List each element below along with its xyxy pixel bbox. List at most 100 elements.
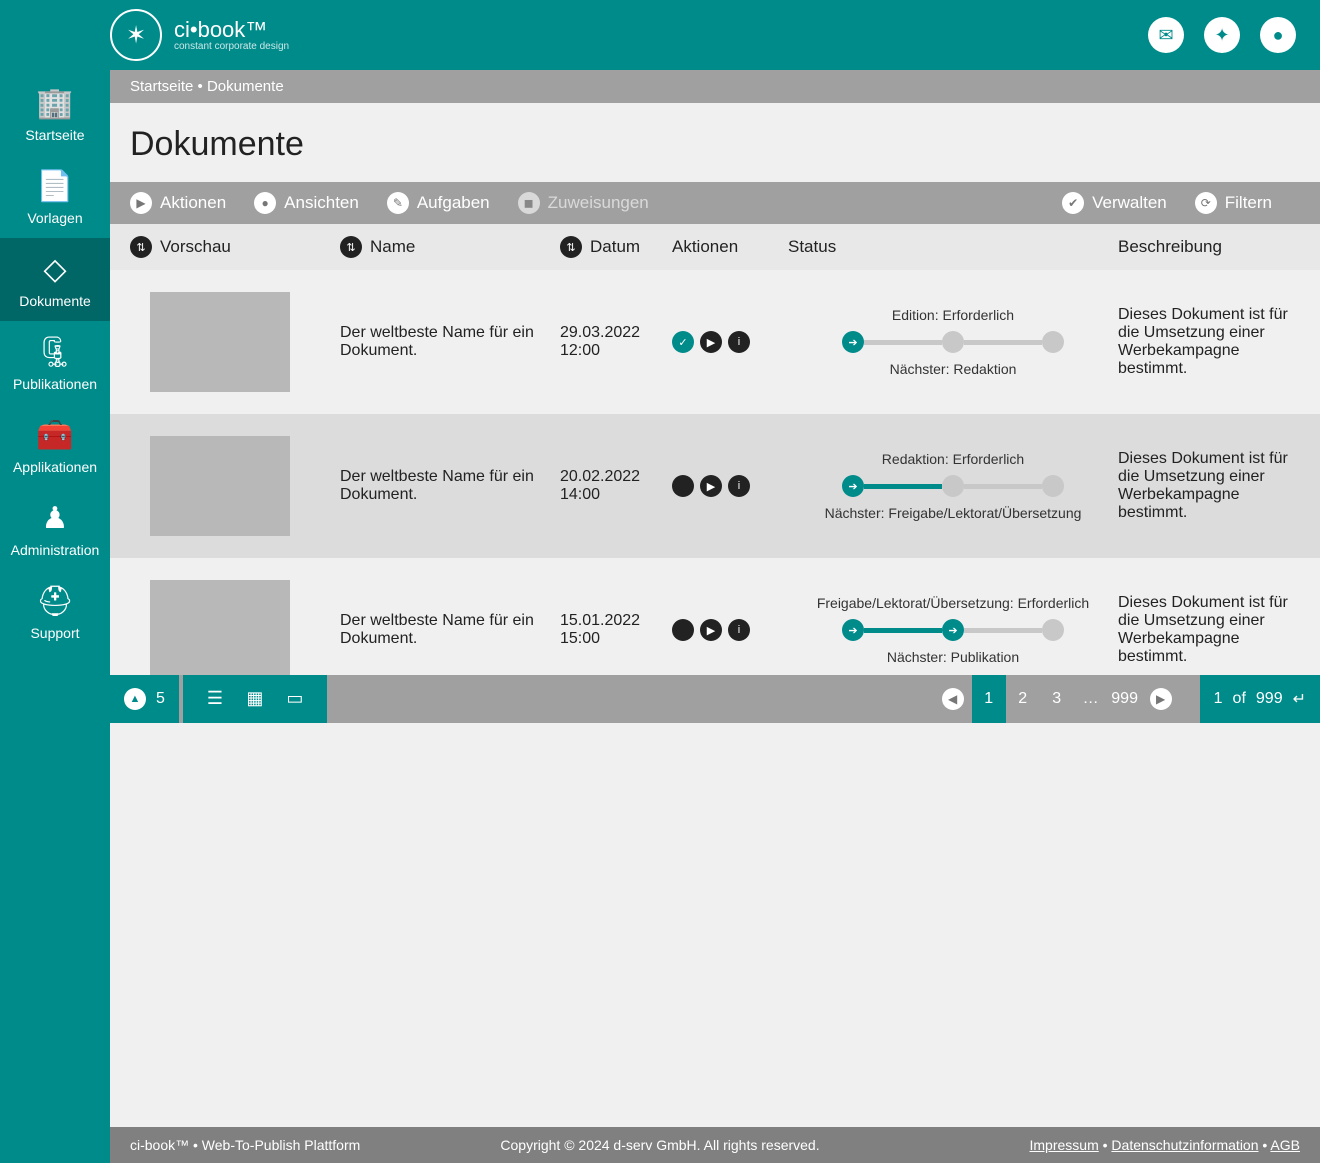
- chevron-up-icon[interactable]: ▲: [124, 688, 146, 710]
- action-icon: ✔: [1062, 192, 1084, 214]
- status-upper: Edition: Erforderlich: [788, 307, 1118, 323]
- thumbnail[interactable]: [150, 436, 290, 536]
- page-jump[interactable]: 1of999↵: [1200, 675, 1320, 723]
- nav-icon: 📄: [4, 169, 106, 204]
- action-icon: ✎: [387, 192, 409, 214]
- circle-icon[interactable]: [672, 475, 694, 497]
- action-filtern[interactable]: ⟳Filtern: [1195, 192, 1272, 214]
- action-label: Aufgaben: [417, 193, 490, 213]
- doc-name: Der weltbeste Name für ein Dokument.: [340, 612, 560, 648]
- brand-tag: constant corporate design: [174, 41, 289, 52]
- grid-view-icon[interactable]: ▦: [239, 683, 271, 715]
- per-page-box[interactable]: ▲ 5: [110, 675, 179, 723]
- doc-desc: Dieses Dokument ist für die Umsetzung ei…: [1118, 306, 1300, 378]
- thumbnail[interactable]: [150, 580, 290, 675]
- play-icon[interactable]: ▶: [700, 619, 722, 641]
- prev-page-icon[interactable]: ◀: [942, 688, 964, 710]
- footer-link-datenschutzinformation[interactable]: Datenschutzinformation: [1111, 1137, 1258, 1153]
- status-seg: [964, 484, 1042, 489]
- compass-icon[interactable]: ✦: [1204, 17, 1240, 53]
- sidebar-item-vorlagen[interactable]: 📄Vorlagen: [0, 155, 110, 238]
- status-node: [1042, 331, 1064, 353]
- circle-icon[interactable]: [672, 619, 694, 641]
- info-icon[interactable]: i: [728, 475, 750, 497]
- pager-bar: ▲ 5 ☰ ▦ ▭ ◀ 123…999 ▶ 1of999↵: [110, 675, 1320, 723]
- sort-icon[interactable]: ⇅: [560, 236, 582, 258]
- info-icon[interactable]: i: [728, 331, 750, 353]
- list-view-icon[interactable]: ☰: [199, 683, 231, 715]
- table-row[interactable]: Der weltbeste Name für ein Dokument.15.0…: [110, 558, 1320, 675]
- col-actions: Aktionen: [672, 237, 738, 257]
- action-aufgaben[interactable]: ✎ Aufgaben: [387, 192, 490, 214]
- brand-name: ci•book™: [174, 19, 289, 41]
- user-icon[interactable]: ●: [1260, 17, 1296, 53]
- action-ansichten[interactable]: ●Ansichten: [254, 192, 359, 214]
- action-aktionen[interactable]: ▶Aktionen: [130, 192, 226, 214]
- sort-icon[interactable]: ⇅: [130, 236, 152, 258]
- enter-icon[interactable]: ↵: [1293, 689, 1306, 709]
- nav-icon: 🗜: [4, 335, 106, 370]
- sort-icon[interactable]: ⇅: [340, 236, 362, 258]
- action-label: Zuweisungen: [548, 193, 649, 213]
- table-header: ⇅Vorschau ⇅Name ⇅Datum Aktionen Status B…: [110, 224, 1320, 270]
- info-icon[interactable]: i: [728, 619, 750, 641]
- brand-logo[interactable]: ✶ ci•book™ constant corporate design: [110, 9, 289, 61]
- sidebar-item-support[interactable]: ⛑Support: [0, 570, 110, 653]
- play-icon[interactable]: ▶: [700, 475, 722, 497]
- sidebar-item-dokumente[interactable]: ◇ Dokumente: [0, 238, 110, 321]
- status-seg: [864, 628, 942, 633]
- col-name[interactable]: Name: [370, 237, 415, 257]
- footer: ci-book™ • Web-To-Publish Plattform Copy…: [110, 1127, 1320, 1163]
- table-row[interactable]: Der weltbeste Name für ein Dokument.20.0…: [110, 414, 1320, 558]
- action-verwalten[interactable]: ✔Verwalten: [1062, 192, 1167, 214]
- action-label: Aktionen: [160, 193, 226, 213]
- status-upper: Freigabe/Lektorat/Übersetzung: Erforderl…: [788, 595, 1118, 611]
- thumbnail[interactable]: [150, 292, 290, 392]
- nav-label: Startseite: [25, 127, 84, 143]
- status-seg: [964, 628, 1042, 633]
- page-1[interactable]: 1: [972, 675, 1006, 723]
- doc-date: 20.02.2022 14:00: [560, 468, 672, 504]
- nav-icon: 🏢: [4, 86, 106, 121]
- status-node: [942, 475, 964, 497]
- col-preview[interactable]: Vorschau: [160, 237, 231, 257]
- nav-label: Publikationen: [13, 376, 97, 392]
- check-icon[interactable]: ✓: [672, 331, 694, 353]
- action-zuweisungen: ◼ Zuweisungen: [518, 192, 649, 214]
- page-…: …: [1074, 675, 1108, 723]
- sidebar-item-publikationen[interactable]: 🗜 Publikationen: [0, 321, 110, 404]
- nav-label: Dokumente: [19, 293, 91, 309]
- sidebar-item-startseite[interactable]: 🏢 Startseite: [0, 72, 110, 155]
- footer-link-agb[interactable]: AGB: [1270, 1137, 1300, 1153]
- status-lower: Nächster: Publikation: [788, 649, 1118, 665]
- status-node: ➔: [942, 619, 964, 641]
- nav-icon: ◇: [4, 252, 106, 287]
- play-icon[interactable]: ▶: [700, 331, 722, 353]
- action-icon: ◼: [518, 192, 540, 214]
- status-node: [942, 331, 964, 353]
- action-icon: ●: [254, 192, 276, 214]
- card-view-icon[interactable]: ▭: [279, 683, 311, 715]
- status-lower: Nächster: Freigabe/Lektorat/Übersetzung: [788, 505, 1118, 521]
- sidebar-item-applikationen[interactable]: 🧰Applikationen: [0, 404, 110, 487]
- footer-link-impressum[interactable]: Impressum: [1030, 1137, 1099, 1153]
- table-row[interactable]: Der weltbeste Name für ein Dokument.29.0…: [110, 270, 1320, 414]
- footer-left: ci-book™ • Web-To-Publish Plattform: [130, 1137, 360, 1153]
- col-date[interactable]: Datum: [590, 237, 640, 257]
- nav-label: Support: [30, 625, 79, 641]
- page-title: Dokumente: [110, 103, 1320, 182]
- status-seg: [864, 340, 942, 345]
- of-label: of: [1233, 690, 1246, 708]
- status-seg: [964, 340, 1042, 345]
- doc-date: 15.01.2022 15:00: [560, 612, 672, 648]
- doc-desc: Dieses Dokument ist für die Umsetzung ei…: [1118, 450, 1300, 522]
- page-3[interactable]: 3: [1040, 675, 1074, 723]
- status-upper: Redaktion: Erforderlich: [788, 451, 1118, 467]
- breadcrumb[interactable]: Startseite • Dokumente: [110, 70, 1320, 103]
- next-page-icon[interactable]: ▶: [1150, 688, 1172, 710]
- page-2[interactable]: 2: [1006, 675, 1040, 723]
- page-999[interactable]: 999: [1108, 675, 1142, 723]
- mail-icon[interactable]: ✉: [1148, 17, 1184, 53]
- status-seg: [864, 484, 942, 489]
- sidebar-item-administration[interactable]: ♟Administration: [0, 487, 110, 570]
